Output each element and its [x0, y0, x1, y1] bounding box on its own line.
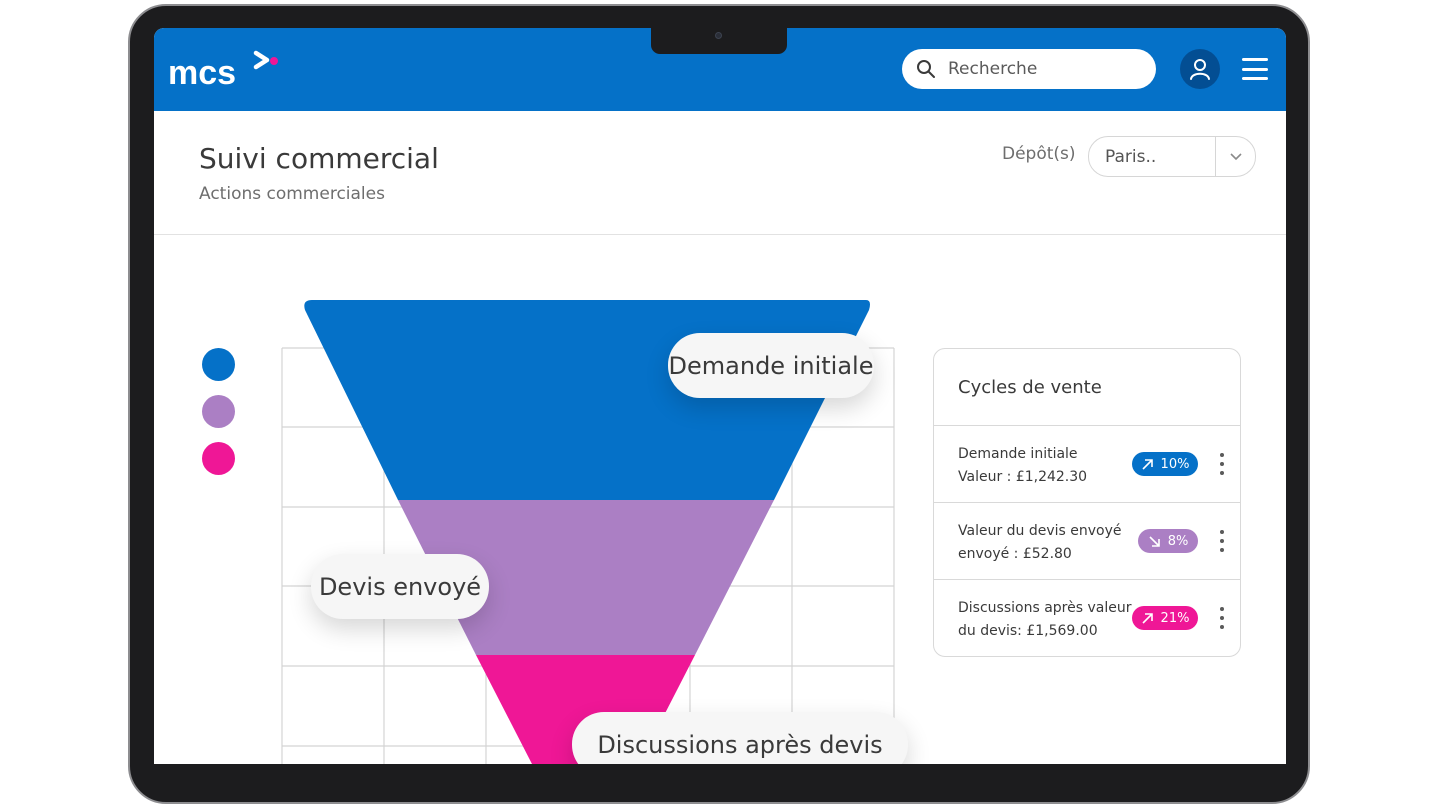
sales-cycles-panel: Cycles de vente Demande initiale Valeur …: [933, 348, 1241, 657]
cycle-label: Valeur du devis envoyé: [958, 523, 1122, 539]
panel-title: Cycles de vente: [934, 349, 1240, 426]
search-input[interactable]: [948, 59, 1138, 79]
depot-select[interactable]: Paris..: [1088, 136, 1256, 177]
logo-text: mcs: [168, 54, 236, 90]
camera-notch: [651, 26, 787, 54]
user-icon: [1190, 59, 1210, 80]
trend-percent: 8%: [1167, 533, 1189, 549]
legend-dot-discussions: [202, 442, 235, 475]
trend-percent: 10%: [1160, 456, 1190, 472]
webcam: [715, 32, 722, 39]
app-screen: mcs Suivi commercial Actions commerciale…: [154, 28, 1286, 764]
page-subtitle: Actions commerciales: [199, 184, 385, 204]
funnel-stage-demande-initiale: [304, 300, 870, 500]
trend-badge: 21%: [1132, 606, 1198, 630]
search-box[interactable]: [902, 49, 1156, 89]
cycle-row-demande: Demande initiale Valeur : £1,242.30 10%: [934, 426, 1240, 503]
cycle-text: Discussions après valeur du devis: £1,56…: [958, 597, 1136, 643]
cycle-value: envoyé : £52.80: [958, 546, 1072, 562]
cycle-text: Demande initiale Valeur : £1,242.30: [958, 443, 1136, 489]
arrow-up-right-icon: [1141, 458, 1153, 470]
mcs-logo[interactable]: mcs: [168, 46, 288, 90]
legend-dot-demande: [202, 348, 235, 381]
depot-selected-value: Paris..: [1105, 146, 1157, 167]
funnel-label-demande-initiale: Demande initiale: [668, 333, 874, 398]
depot-label: Dépôt(s): [1002, 144, 1076, 164]
cycle-row-discussions: Discussions après valeur du devis: £1,56…: [934, 580, 1240, 657]
more-vertical-icon[interactable]: [1217, 530, 1227, 552]
arrow-down-right-icon: [1149, 535, 1160, 547]
more-vertical-icon[interactable]: [1217, 453, 1227, 475]
cycle-value: Valeur : £1,242.30: [958, 469, 1088, 485]
page-title: Suivi commercial: [199, 142, 439, 175]
hamburger-menu-icon[interactable]: [1242, 58, 1268, 80]
funnel-label-devis-envoye: Devis envoyé: [311, 554, 489, 619]
funnel-label-discussions: Discussions après devis: [572, 712, 908, 764]
legend-dot-devis: [202, 395, 235, 428]
cycle-value: du devis: £1,569.00: [958, 623, 1098, 639]
search-icon: [917, 60, 935, 78]
section-divider: [154, 234, 1286, 235]
cycle-label: Discussions après valeur: [958, 600, 1132, 616]
cycle-label: Demande initiale: [958, 446, 1078, 462]
chevron-down-icon[interactable]: [1215, 137, 1255, 176]
cycle-row-devis: Valeur du devis envoyé envoyé : £52.80 8…: [934, 503, 1240, 580]
trend-badge: 8%: [1138, 529, 1198, 553]
trend-percent: 21%: [1160, 610, 1190, 626]
cycle-text: Valeur du devis envoyé envoyé : £52.80: [958, 520, 1136, 566]
user-account-button[interactable]: [1180, 49, 1220, 89]
trend-badge: 10%: [1132, 452, 1198, 476]
arrow-up-right-icon: [1141, 612, 1153, 624]
more-vertical-icon[interactable]: [1217, 607, 1227, 629]
